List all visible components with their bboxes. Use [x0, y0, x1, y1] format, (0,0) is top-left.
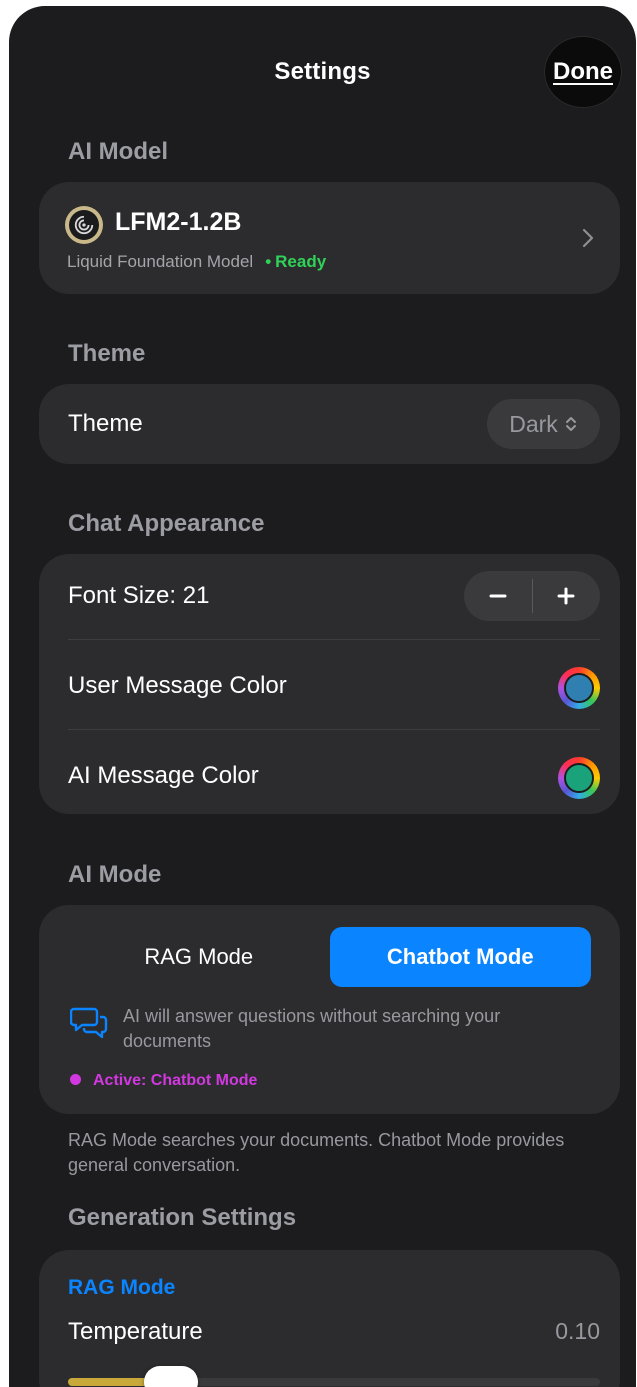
status-dot-icon: •	[265, 252, 272, 271]
rag-mode-segment[interactable]: RAG Mode	[68, 927, 330, 987]
theme-label: Theme	[68, 410, 143, 437]
spiral-logo-icon	[65, 206, 103, 244]
chat-appearance-card: Font Size: 21 User Message Color AI Mess…	[39, 554, 620, 814]
decrement-button[interactable]	[464, 571, 532, 621]
chatbot-mode-segment[interactable]: Chatbot Mode	[329, 927, 591, 987]
theme-value: Dark	[509, 410, 558, 437]
theme-card: Theme Dark	[39, 384, 620, 464]
temperature-slider-thumb[interactable]	[144, 1366, 199, 1387]
theme-select[interactable]: Dark	[487, 399, 600, 449]
increment-button[interactable]	[533, 571, 601, 621]
mode-segmented-control: RAG Mode Chatbot Mode	[68, 927, 591, 987]
user-color-swatch	[564, 673, 594, 703]
mode-info-text: AI will answer questions without searchi…	[123, 1006, 501, 1051]
ai-message-color-label: AI Message Color	[68, 762, 259, 789]
model-subtitle: Liquid Foundation Model	[67, 252, 254, 271]
temperature-label: Temperature	[68, 1318, 203, 1345]
row-divider	[68, 639, 600, 640]
temperature-slider[interactable]	[68, 1366, 600, 1387]
mode-footnote: RAG Mode searches your documents. Chatbo…	[68, 1130, 565, 1175]
section-title-ai-model: AI Model	[68, 138, 168, 165]
user-message-color-picker[interactable]	[558, 667, 600, 709]
section-title-chat-appearance: Chat Appearance	[68, 510, 265, 537]
ai-color-swatch	[564, 763, 594, 793]
model-name: LFM2-1.2B	[115, 208, 242, 236]
settings-sheet: Settings Done AI Model LFM2-1.2B Liquid …	[9, 6, 636, 1387]
ai-mode-card: RAG Mode Chatbot Mode AI will answer que…	[39, 905, 620, 1114]
section-title-generation-settings: Generation Settings	[68, 1204, 297, 1231]
user-message-color-label: User Message Color	[68, 672, 287, 699]
minus-icon	[489, 594, 507, 598]
active-mode-indicator: Active: Chatbot Mode	[70, 1072, 257, 1090]
model-card[interactable]: LFM2-1.2B Liquid Foundation Model • Ready	[39, 182, 620, 294]
chevron-up-down-icon	[565, 417, 576, 431]
model-status: Ready	[275, 252, 327, 271]
generation-mode-label: RAG Mode	[68, 1276, 176, 1299]
section-title-ai-mode: AI Mode	[68, 861, 162, 888]
chevron-right-icon	[582, 228, 594, 248]
mode-info: AI will answer questions without searchi…	[70, 1001, 590, 1061]
font-size-label: Font Size: 21	[68, 582, 210, 609]
plus-icon	[557, 587, 575, 605]
ai-message-color-picker[interactable]	[558, 757, 600, 799]
done-button[interactable]: Done	[544, 36, 622, 108]
row-divider	[68, 729, 600, 730]
generation-card: RAG Mode Temperature 0.10	[39, 1250, 620, 1387]
model-subtitle-row: Liquid Foundation Model • Ready	[67, 252, 326, 272]
section-title-theme: Theme	[68, 340, 146, 367]
header: Settings Done	[9, 6, 636, 136]
chat-bubbles-icon	[70, 1007, 108, 1039]
page-title: Settings	[274, 58, 371, 85]
active-mode-text: Active: Chatbot Mode	[93, 1072, 258, 1089]
active-dot-icon	[70, 1074, 81, 1085]
font-size-stepper[interactable]	[464, 571, 600, 621]
temperature-value: 0.10	[555, 1318, 600, 1344]
